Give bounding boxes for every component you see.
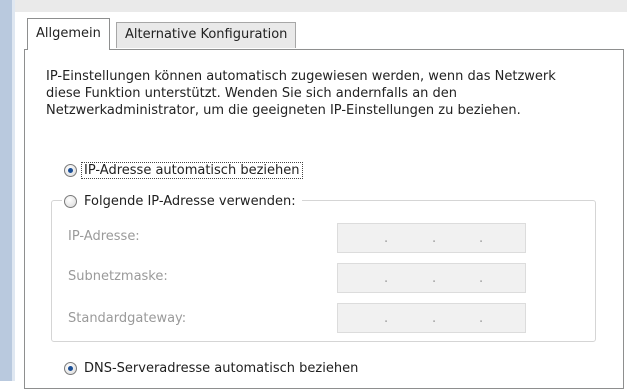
radio-ip-manual[interactable]: Folgende IP-Adresse verwenden: bbox=[62, 191, 302, 211]
radio-ip-manual-label: Folgende IP-Adresse verwenden: bbox=[84, 193, 296, 209]
radio-ip-auto-label: IP-Adresse automatisch beziehen bbox=[81, 161, 303, 179]
ip-separator: . bbox=[432, 231, 437, 246]
ip-separator: . bbox=[384, 311, 389, 326]
radio-dns-auto-label: DNS-Serveradresse automatisch beziehen bbox=[84, 360, 359, 376]
ip-address-input[interactable]: . . . bbox=[337, 223, 526, 253]
ip-separator: . bbox=[384, 271, 389, 286]
description-text: IP-Einstellungen können automatisch zuge… bbox=[46, 69, 556, 118]
radio-dns-auto[interactable]: DNS-Serveradresse automatisch beziehen bbox=[64, 358, 358, 378]
dialog-top-strip bbox=[15, 0, 627, 12]
ip-separator: . bbox=[479, 311, 484, 326]
tab-alternative-konfiguration[interactable]: Alternative Konfiguration bbox=[116, 22, 297, 48]
ip-separator: . bbox=[479, 271, 484, 286]
ip-separator: . bbox=[384, 231, 389, 246]
ip-separator: . bbox=[432, 271, 437, 286]
radio-button-icon[interactable] bbox=[64, 194, 77, 208]
field-label-subnet-mask: Subnetzmaske: bbox=[68, 269, 168, 284]
window-left-frame-highlight bbox=[12, 0, 15, 381]
ip-separator: . bbox=[479, 231, 484, 246]
tab-allgemein[interactable]: Allgemein bbox=[27, 18, 110, 50]
window-left-frame bbox=[0, 0, 12, 381]
field-label-default-gateway: Standardgateway: bbox=[68, 311, 187, 326]
radio-button-icon[interactable] bbox=[64, 361, 77, 375]
default-gateway-input[interactable]: . . . bbox=[337, 303, 526, 333]
ip-separator: . bbox=[432, 311, 437, 326]
radio-button-icon[interactable] bbox=[64, 163, 77, 177]
radio-ip-auto[interactable]: IP-Adresse automatisch beziehen bbox=[64, 160, 303, 180]
subnet-mask-input[interactable]: . . . bbox=[337, 263, 526, 293]
field-label-ip-address: IP-Adresse: bbox=[68, 229, 140, 244]
group-legend: Folgende IP-Adresse verwenden: bbox=[62, 193, 302, 209]
